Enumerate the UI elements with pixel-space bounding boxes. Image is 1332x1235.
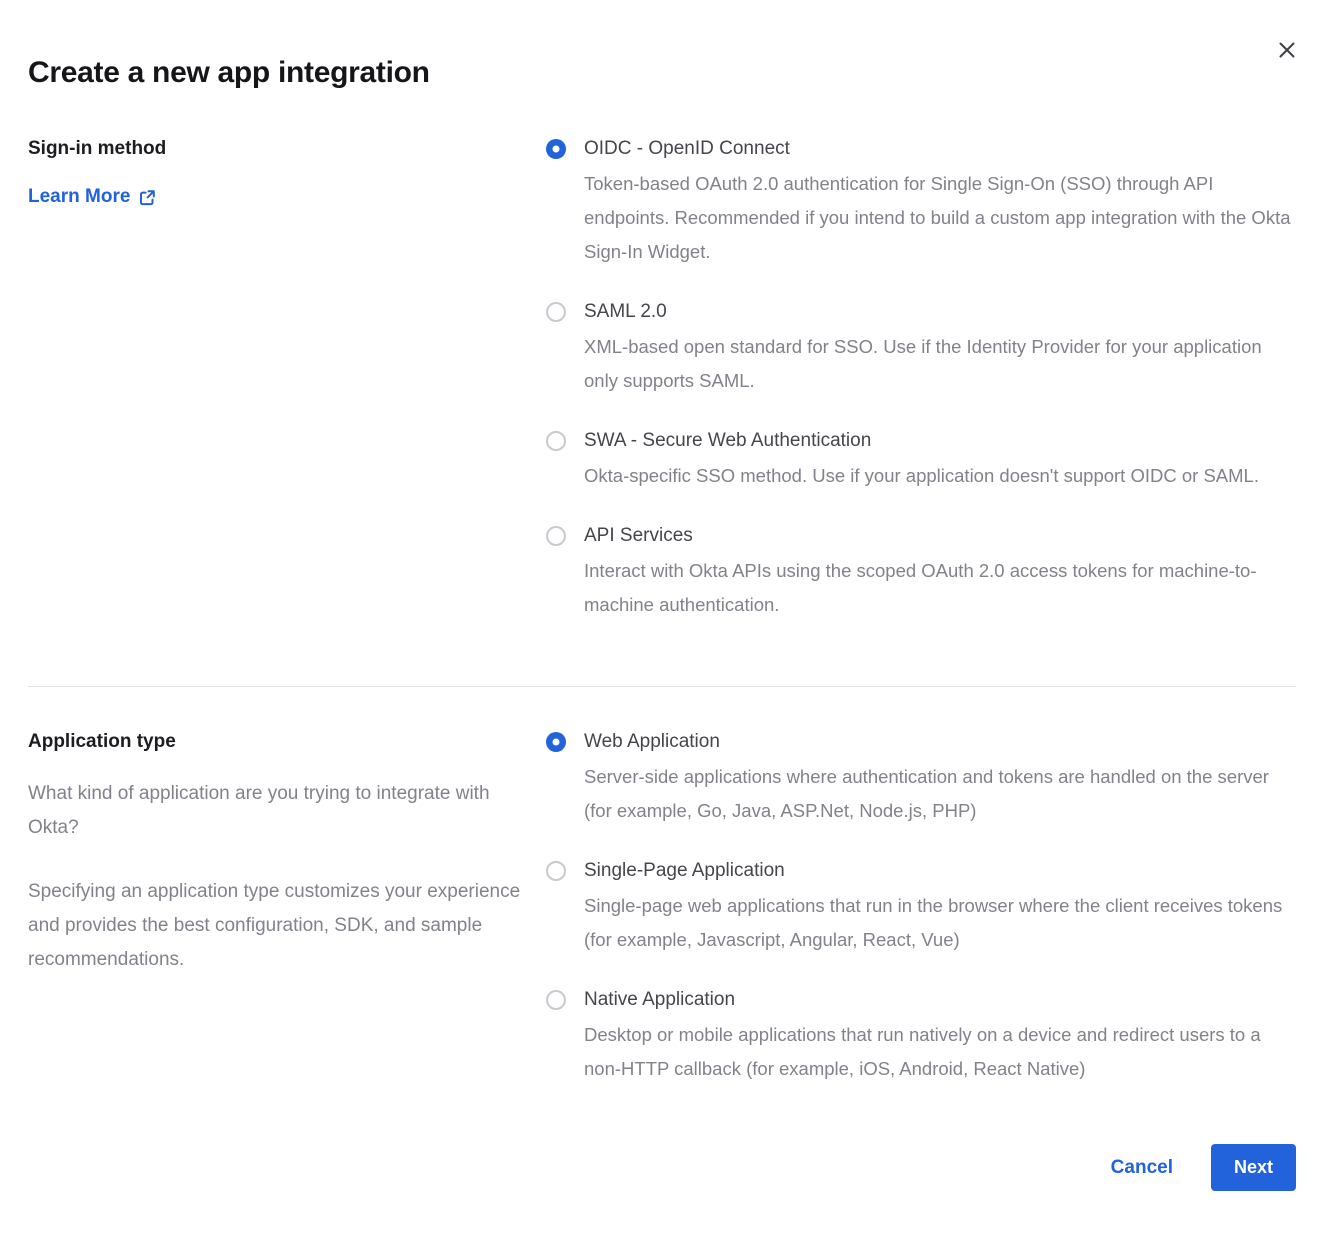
radio-option-label[interactable]: API Services: [584, 523, 1296, 549]
radio-option-text: Web Application Server-side applications…: [584, 729, 1296, 828]
signin-method-label: Sign-in method: [28, 136, 546, 162]
radio-option-swa[interactable]: SWA - Secure Web Authentication Okta-spe…: [546, 428, 1296, 493]
radio-swa[interactable]: [546, 431, 566, 451]
application-type-left-column: Application type What kind of applicatio…: [28, 729, 546, 1086]
radio-option-description: Token-based OAuth 2.0 authentication for…: [584, 167, 1296, 269]
create-app-integration-dialog: Create a new app integration Sign-in met…: [0, 0, 1332, 1235]
radio-option-description: Interact with Okta APIs using the scoped…: [584, 554, 1296, 622]
radio-option-web-application[interactable]: Web Application Server-side applications…: [546, 729, 1296, 828]
radio-option-text: SWA - Secure Web Authentication Okta-spe…: [584, 428, 1259, 493]
close-icon[interactable]: [1276, 40, 1298, 62]
dialog-title: Create a new app integration: [28, 56, 1296, 90]
radio-saml[interactable]: [546, 302, 566, 322]
radio-option-text: Single-Page Application Single-page web …: [584, 858, 1296, 957]
radio-web-application[interactable]: [546, 732, 566, 752]
radio-native-application[interactable]: [546, 990, 566, 1010]
radio-option-label[interactable]: SAML 2.0: [584, 299, 1296, 325]
radio-option-text: API Services Interact with Okta APIs usi…: [584, 523, 1296, 622]
application-type-help-text: Specifying an application type customize…: [28, 875, 528, 977]
radio-option-label[interactable]: Single-Page Application: [584, 858, 1296, 884]
radio-option-text: OIDC - OpenID Connect Token-based OAuth …: [584, 136, 1296, 269]
application-type-label: Application type: [28, 729, 546, 755]
radio-option-label[interactable]: Native Application: [584, 987, 1296, 1013]
radio-option-description: Server-side applications where authentic…: [584, 760, 1296, 828]
radio-option-description: Okta-specific SSO method. Use if your ap…: [584, 459, 1259, 493]
cancel-button[interactable]: Cancel: [1111, 1157, 1173, 1179]
radio-api-services[interactable]: [546, 526, 566, 546]
radio-option-text: SAML 2.0 XML-based open standard for SSO…: [584, 299, 1296, 398]
radio-option-description: XML-based open standard for SSO. Use if …: [584, 330, 1296, 398]
radio-option-saml[interactable]: SAML 2.0 XML-based open standard for SSO…: [546, 299, 1296, 398]
radio-option-label[interactable]: SWA - Secure Web Authentication: [584, 428, 1259, 454]
radio-oidc[interactable]: [546, 139, 566, 159]
radio-option-description: Desktop or mobile applications that run …: [584, 1018, 1296, 1086]
radio-option-oidc[interactable]: OIDC - OpenID Connect Token-based OAuth …: [546, 136, 1296, 269]
radio-option-description: Single-page web applications that run in…: [584, 889, 1296, 957]
radio-option-native-application[interactable]: Native Application Desktop or mobile app…: [546, 987, 1296, 1086]
radio-option-label[interactable]: OIDC - OpenID Connect: [584, 136, 1296, 162]
radio-option-text: Native Application Desktop or mobile app…: [584, 987, 1296, 1086]
x-mark-icon: [1278, 41, 1296, 59]
section-divider: [28, 686, 1296, 687]
learn-more-link[interactable]: Learn More: [28, 186, 156, 208]
signin-method-left-column: Sign-in method Learn More: [28, 136, 546, 622]
application-type-options: Web Application Server-side applications…: [546, 729, 1296, 1086]
signin-method-section: Sign-in method Learn More OIDC - OpenID …: [28, 136, 1296, 622]
external-link-icon: [139, 189, 156, 206]
learn-more-label: Learn More: [28, 186, 130, 208]
radio-single-page-application[interactable]: [546, 861, 566, 881]
radio-option-single-page-application[interactable]: Single-Page Application Single-page web …: [546, 858, 1296, 957]
radio-option-label[interactable]: Web Application: [584, 729, 1296, 755]
signin-method-options: OIDC - OpenID Connect Token-based OAuth …: [546, 136, 1296, 622]
radio-option-api-services[interactable]: API Services Interact with Okta APIs usi…: [546, 523, 1296, 622]
next-button[interactable]: Next: [1211, 1144, 1296, 1191]
application-type-section: Application type What kind of applicatio…: [28, 729, 1296, 1086]
dialog-footer: Cancel Next: [28, 1144, 1296, 1191]
application-type-question: What kind of application are you trying …: [28, 777, 528, 845]
